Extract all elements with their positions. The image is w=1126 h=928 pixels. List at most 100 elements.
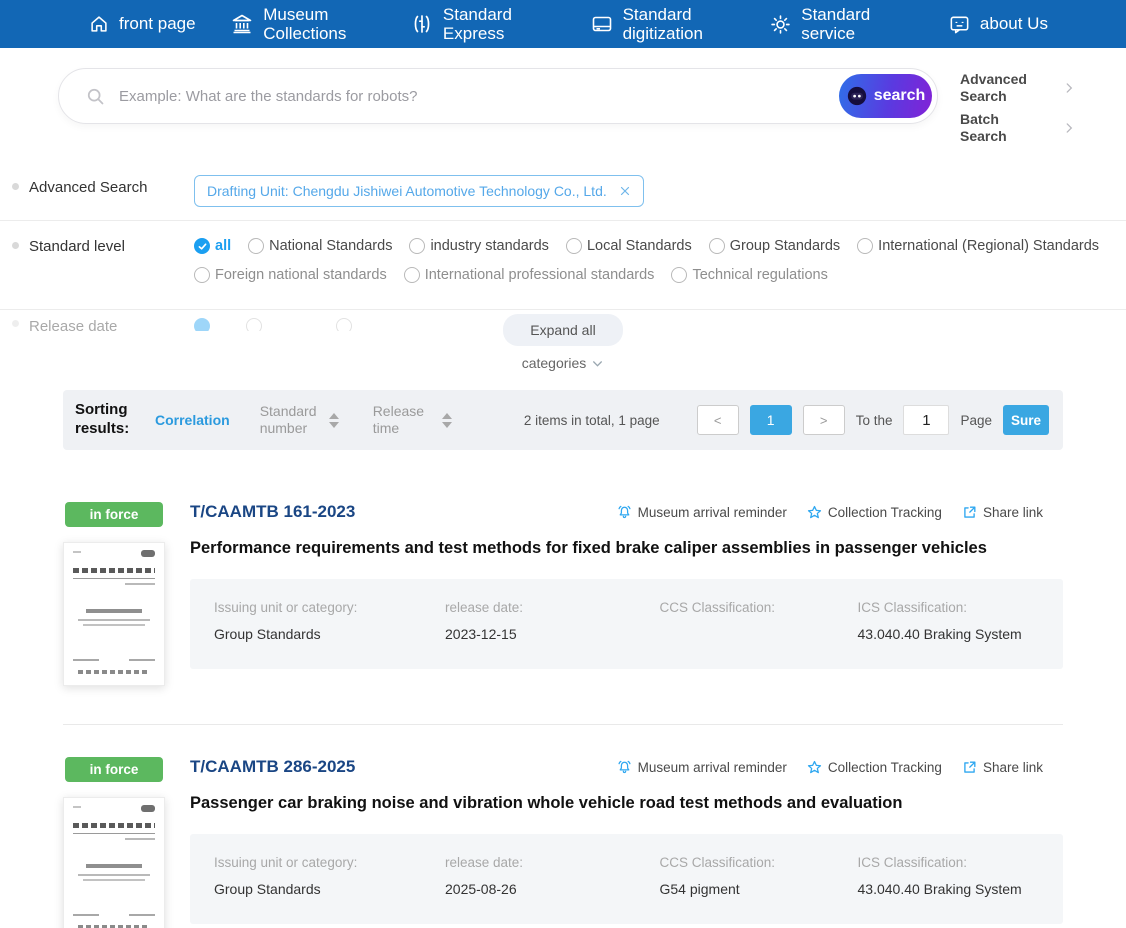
radio-icon — [246, 318, 262, 332]
nav-label: Standard digitization — [622, 4, 703, 43]
document-thumbnail[interactable] — [63, 542, 165, 687]
service-icon — [769, 13, 792, 36]
next-page-button[interactable]: > — [802, 405, 845, 436]
sorting-bar: Sorting results: Correlation Standard nu… — [63, 390, 1063, 451]
collection-tracking-link[interactable]: Collection Tracking — [806, 759, 942, 776]
result-item: in force T/CAAMTB 161-2023 Museum arriva… — [63, 450, 1063, 706]
sure-button[interactable]: Sure — [1003, 405, 1049, 436]
radio-international-regional-standards[interactable]: International (Regional) Standards — [857, 238, 1099, 255]
status-badge: in force — [65, 757, 163, 783]
result-actions: Museum arrival reminder Collection Track… — [616, 759, 1043, 776]
radio-technical-regulations[interactable]: Technical regulations — [671, 267, 828, 284]
nav-label: Standard service — [801, 4, 871, 43]
nav-item-front-page[interactable]: front page — [88, 13, 196, 35]
robot-icon — [846, 85, 868, 107]
museum-arrival-reminder-link[interactable]: Museum arrival reminder — [616, 759, 787, 776]
nav-label: about Us — [979, 14, 1048, 34]
nav-item-about-us[interactable]: about Us — [948, 13, 1048, 36]
radio-icon — [194, 267, 210, 284]
filter-tag-drafting-unit: Drafting Unit: Chengdu Jishiwei Automoti… — [194, 175, 644, 208]
chevron-right-icon — [1062, 121, 1076, 135]
radio-foreign-national-standards[interactable]: Foreign national standards — [194, 267, 387, 284]
result-header: T/CAAMTB 286-2025 Museum arrival reminde… — [190, 757, 1063, 777]
page-1-button[interactable]: 1 — [749, 405, 792, 436]
standard-level-row: Standard level all National Standards in… — [0, 221, 1126, 309]
nav-label: Standard Express — [442, 4, 512, 43]
search-section: search Advanced Search Batch Search — [0, 48, 1126, 162]
prev-page-button[interactable]: < — [696, 405, 739, 436]
pagination-summary: 2 items in total, 1 page — [523, 412, 660, 428]
metadata-panel: Issuing unit or category: Group Standard… — [190, 834, 1063, 925]
radio-checked-icon — [194, 318, 210, 332]
meta-release-date: release date: 2023-12-15 — [445, 600, 524, 643]
radio-icon — [857, 238, 874, 255]
standard-code-link[interactable]: T/CAAMTB 286-2025 — [190, 757, 355, 777]
meta-release-date: release date: 2025-08-26 — [445, 855, 524, 898]
home-icon — [88, 13, 110, 35]
result-header: T/CAAMTB 161-2023 Museum arrival reminde… — [190, 502, 1063, 522]
result-body: T/CAAMTB 161-2023 Museum arrival reminde… — [190, 502, 1063, 686]
status-badge: in force — [65, 502, 163, 528]
filter-tag-text: Drafting Unit: Chengdu Jishiwei Automoti… — [207, 183, 607, 200]
sort-by-release-time[interactable]: Release time — [373, 403, 452, 437]
search-input[interactable] — [106, 87, 937, 105]
meta-issuing: Issuing unit or category: Group Standard… — [214, 855, 358, 898]
share-link[interactable]: Share link — [961, 504, 1043, 521]
nav-item-standard-express[interactable]: Standard Express — [410, 5, 555, 43]
radio-industry-standards[interactable]: industry standards — [409, 238, 549, 255]
standard-title-link[interactable]: Performance requirements and test method… — [190, 539, 1063, 558]
radio-international-professional-standards[interactable]: International professional standards — [403, 267, 654, 284]
star-icon — [806, 759, 823, 776]
batch-search-label: Batch Search — [960, 111, 1007, 144]
result-actions: Museum arrival reminder Collection Track… — [616, 504, 1043, 521]
chevron-down-icon — [591, 357, 604, 370]
close-icon[interactable] — [619, 185, 631, 197]
nav-item-standard-service[interactable]: Standard service — [769, 5, 913, 43]
sort-by-standard-number[interactable]: Standard number — [260, 403, 339, 437]
advanced-search-link[interactable]: Advanced Search — [960, 71, 1076, 104]
bullet-icon — [12, 183, 19, 191]
radio-group-standards[interactable]: Group Standards — [708, 238, 840, 255]
collapsed-filter-zone: Release date Expand all categories — [0, 312, 1126, 382]
radio-local-standards[interactable]: Local Standards — [565, 238, 692, 255]
bell-icon — [616, 759, 633, 776]
sorting-heading: Sorting results: — [75, 401, 130, 438]
meta-ccs: CCS Classification: — [659, 600, 776, 616]
categories-toggle[interactable]: categories — [522, 355, 605, 371]
sort-by-correlation[interactable]: Correlation — [155, 412, 230, 428]
collection-tracking-link[interactable]: Collection Tracking — [806, 504, 942, 521]
radio-national-standards[interactable]: National Standards — [248, 238, 392, 255]
bell-icon — [616, 504, 633, 521]
nav-item-museum-collections[interactable]: Museum Collections — [230, 5, 375, 43]
search-button-label: search — [873, 87, 926, 104]
about-icon — [948, 13, 971, 36]
advanced-search-row: Advanced Search Drafting Unit: Chengdu J… — [0, 162, 1126, 220]
share-link[interactable]: Share link — [961, 759, 1043, 776]
museum-arrival-reminder-link[interactable]: Museum arrival reminder — [616, 504, 787, 521]
museum-icon — [230, 12, 254, 36]
search-button[interactable]: search — [839, 74, 932, 118]
result-left-column: in force — [63, 502, 190, 687]
standard-code-link[interactable]: T/CAAMTB 161-2023 — [190, 502, 355, 522]
nav-item-standard-digitization[interactable]: Standard digitization — [590, 5, 735, 43]
top-nav: front page Museum Collections Standard E… — [0, 0, 1126, 48]
sort-arrows-icon — [328, 403, 339, 437]
advanced-search-row-label: Advanced Search — [29, 179, 148, 197]
meta-issuing: Issuing unit or category: Group Standard… — [214, 600, 358, 643]
standard-title-link[interactable]: Passenger car braking noise and vibratio… — [190, 794, 1063, 813]
advanced-search-label: Advanced Search — [960, 71, 1027, 104]
nav-label: Museum Collections — [263, 4, 347, 43]
meta-ics: ICS Classification: 43.040.40 Braking Sy… — [857, 855, 1022, 898]
result-left-column: in force — [63, 757, 190, 928]
radio-icon — [671, 267, 688, 284]
bullet-icon — [12, 242, 19, 250]
batch-search-link[interactable]: Batch Search — [960, 111, 1076, 144]
page-number-input[interactable] — [903, 405, 950, 436]
divider — [0, 309, 1126, 311]
digitization-icon — [590, 12, 614, 36]
search-box: search — [58, 68, 938, 124]
search-side-links: Advanced Search Batch Search — [960, 68, 1076, 144]
radio-all[interactable]: all — [194, 238, 231, 255]
document-thumbnail[interactable] — [63, 797, 165, 928]
radio-icon — [565, 238, 582, 255]
